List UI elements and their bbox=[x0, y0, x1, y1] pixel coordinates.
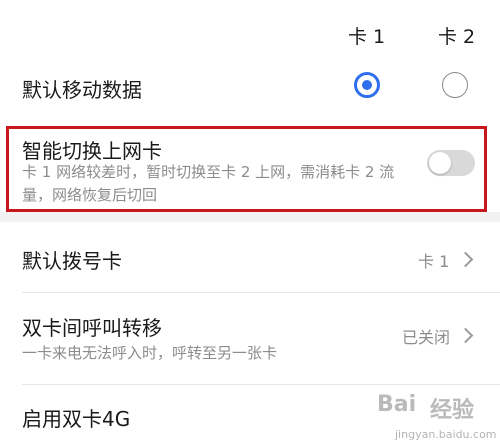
divider bbox=[22, 292, 500, 293]
watermark-url: jingyan.baidu.com bbox=[395, 428, 497, 441]
sim1-column-header: 卡 1 bbox=[348, 26, 386, 48]
sim2-column-header: 卡 2 bbox=[438, 26, 476, 48]
call-forward-label: 双卡间呼叫转移 bbox=[22, 316, 162, 340]
chevron-right-icon bbox=[457, 327, 474, 344]
watermark-brand: Bai bbox=[377, 392, 417, 417]
call-forward-value[interactable]: 已关闭 bbox=[402, 324, 450, 348]
default-data-label: 默认移动数据 bbox=[22, 78, 142, 102]
sim1-data-radio[interactable] bbox=[354, 72, 380, 98]
call-forward-description: 一卡来电无法呼入时，呼转至另一张卡 bbox=[22, 344, 278, 362]
section-gap bbox=[0, 212, 500, 222]
sim2-data-radio[interactable] bbox=[442, 72, 468, 98]
default-dial-label: 默认拨号卡 bbox=[22, 249, 122, 273]
default-dial-value[interactable]: 卡 1 bbox=[418, 248, 449, 272]
watermark-brand2: 经验 bbox=[430, 398, 475, 423]
chevron-right-icon bbox=[457, 251, 474, 268]
dual-4g-label: 启用双卡4G bbox=[22, 407, 131, 431]
highlight-box bbox=[6, 126, 487, 212]
baidu-watermark: Bai 经验 jingyan.baidu.com bbox=[375, 384, 500, 446]
